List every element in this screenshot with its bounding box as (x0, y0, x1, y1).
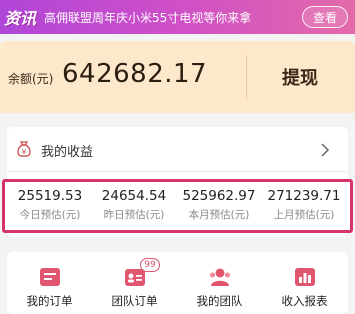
menu-label: 我的订单 (26, 294, 73, 308)
order-count-badge: 99 (140, 258, 160, 272)
balance-label: 余额(元) (8, 72, 54, 86)
stat-value: 25519.53 (17, 188, 83, 204)
earnings-stats-row: 25519.53 今日预估(元) 24654.54 昨日预估(元) 525962… (2, 179, 353, 233)
stat-label: 本月预估(元) (188, 209, 250, 221)
menu-label: 收入报表 (281, 294, 328, 308)
stat-value: 24654.54 (101, 188, 167, 204)
stat-label: 上月预估(元) (273, 209, 335, 221)
stat-value: 525962.97 (182, 188, 256, 204)
news-tag: 资讯 (4, 9, 37, 28)
balance-amount: 642682.17 (62, 59, 208, 89)
money-bag-icon: ¥ (15, 140, 33, 158)
stat-today[interactable]: 25519.53 今日预估(元) (7, 188, 93, 222)
menu-team-orders[interactable]: 99 团队订单 (92, 252, 177, 314)
menu-my-team[interactable]: 我的团队 (177, 252, 262, 314)
stat-last-month[interactable]: 271239.71 上月预估(元) (261, 188, 347, 222)
menu-my-orders[interactable]: 我的订单 (7, 252, 92, 314)
balance-card: 余额(元) 642682.17 提现 (0, 41, 355, 113)
order-icon (38, 266, 62, 288)
menu-income-report[interactable]: 收入报表 (262, 252, 347, 314)
news-banner: 资讯 高佣联盟周年庆小米55寸电视等你来拿 查看 (0, 0, 355, 34)
earnings-header[interactable]: ¥ 我的收益 (7, 127, 348, 171)
report-icon (293, 266, 317, 288)
stat-label: 昨日预估(元) (103, 209, 165, 221)
team-icon (208, 266, 232, 288)
function-menu: 我的订单 99 团队订单 我的团队 收入报表 (7, 252, 348, 314)
menu-label: 团队订单 (111, 294, 158, 308)
earnings-divider (7, 171, 348, 172)
stat-yesterday[interactable]: 24654.54 昨日预估(元) (91, 188, 177, 222)
withdraw-button[interactable]: 提现 (252, 55, 348, 99)
svg-text:¥: ¥ (22, 148, 27, 156)
stat-label: 今日预估(元) (19, 209, 81, 221)
chevron-right-icon[interactable] (320, 142, 330, 157)
news-headline[interactable]: 高佣联盟周年庆小米55寸电视等你来拿 (44, 9, 302, 26)
menu-label: 我的团队 (196, 294, 243, 308)
view-news-button[interactable]: 查看 (302, 6, 348, 28)
balance-divider (246, 55, 247, 99)
stat-this-month[interactable]: 525962.97 本月预估(元) (176, 188, 262, 222)
stat-value: 271239.71 (267, 188, 341, 204)
earnings-title: 我的收益 (41, 145, 94, 160)
